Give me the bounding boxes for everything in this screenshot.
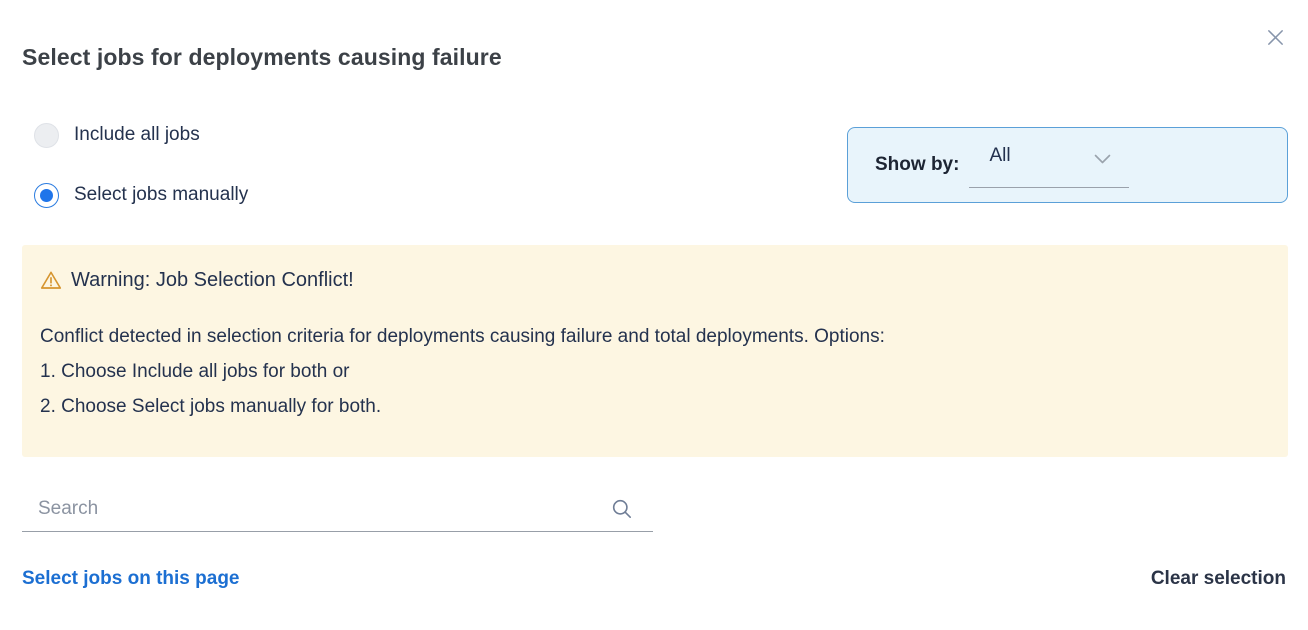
footer-actions: Select jobs on this page Clear selection (22, 568, 1286, 590)
show-by-selected-value: All (989, 145, 1010, 167)
warning-header: Warning: Job Selection Conflict! (40, 267, 1264, 293)
radio-button-icon[interactable] (34, 123, 59, 148)
job-selection-radio-group: Include all jobs Select jobs manually (34, 122, 248, 242)
warning-description: Conflict detected in selection criteria … (40, 319, 1264, 354)
select-jobs-modal: Select jobs for deployments causing fail… (0, 0, 1308, 630)
radio-label: Select jobs manually (74, 184, 248, 206)
radio-button-icon[interactable] (34, 183, 59, 208)
close-icon[interactable] (1264, 26, 1286, 48)
warning-title: Warning: Job Selection Conflict! (71, 269, 354, 292)
warning-banner: Warning: Job Selection Conflict! Conflic… (22, 245, 1288, 457)
search-field (22, 486, 653, 532)
radio-select-jobs-manually[interactable]: Select jobs manually (34, 182, 248, 208)
search-icon[interactable] (611, 498, 633, 520)
warning-option-2: 2. Choose Select jobs manually for both. (40, 389, 1264, 424)
radio-include-all-jobs[interactable]: Include all jobs (34, 122, 248, 148)
warning-option-1: 1. Choose Include all jobs for both or (40, 354, 1264, 389)
search-input[interactable] (22, 498, 611, 520)
warning-triangle-icon (40, 270, 62, 290)
select-jobs-on-page-link[interactable]: Select jobs on this page (22, 568, 240, 590)
radio-label: Include all jobs (74, 124, 200, 146)
clear-selection-button[interactable]: Clear selection (1151, 568, 1286, 590)
show-by-dropdown[interactable]: All (969, 138, 1129, 188)
show-by-label: Show by: (875, 154, 959, 176)
warning-body: Conflict detected in selection criteria … (40, 319, 1264, 424)
show-by-panel: Show by: All (847, 127, 1288, 203)
chevron-down-icon (1094, 152, 1111, 170)
page-title: Select jobs for deployments causing fail… (22, 44, 502, 71)
